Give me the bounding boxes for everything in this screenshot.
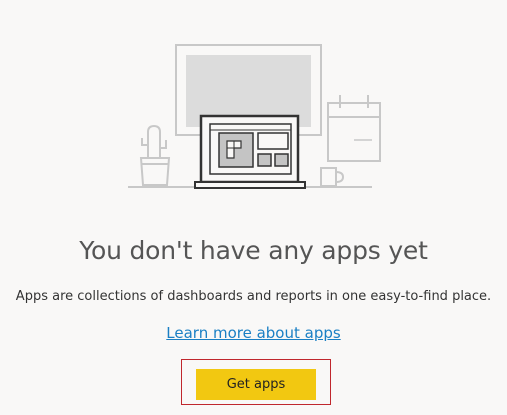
mug-icon: [320, 167, 345, 187]
calendar-icon: [327, 95, 381, 162]
laptop-icon: [194, 114, 306, 189]
learn-more-container: Learn more about apps: [0, 324, 507, 342]
learn-more-link[interactable]: Learn more about apps: [166, 324, 340, 342]
cactus-icon: [139, 124, 171, 186]
empty-apps-illustration: [128, 44, 381, 189]
empty-state-title: You don't have any apps yet: [79, 236, 428, 265]
get-apps-button[interactable]: Get apps: [196, 369, 316, 400]
empty-state-description: Apps are collections of dashboards and r…: [15, 289, 492, 304]
